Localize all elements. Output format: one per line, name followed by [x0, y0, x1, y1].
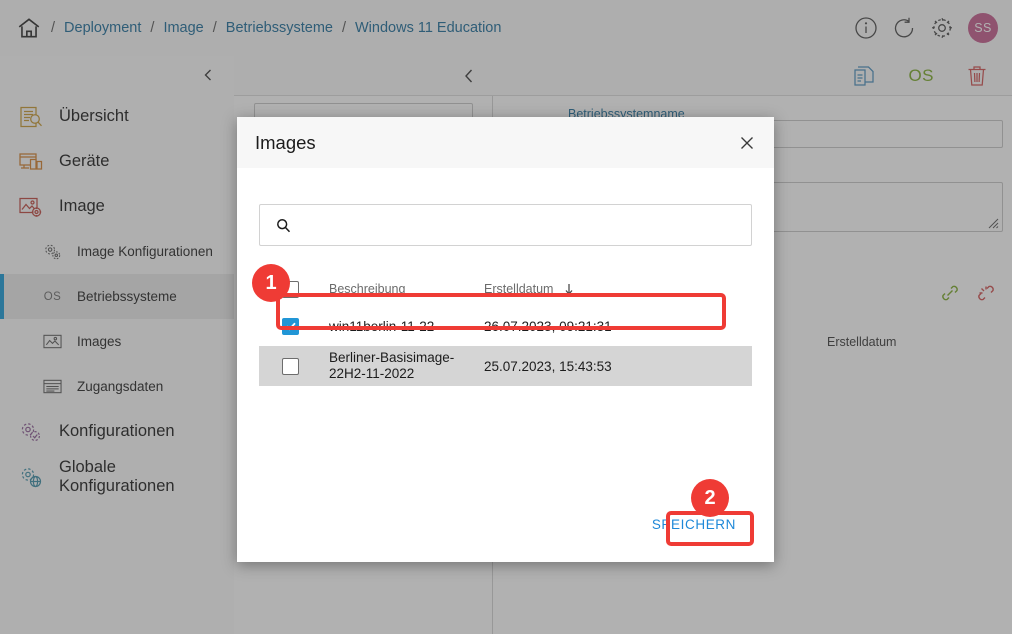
column-header-beschreibung[interactable]: Beschreibung	[329, 282, 484, 296]
images-modal: Images Beschreibung Erstelldatum win11be…	[237, 117, 774, 562]
table-row[interactable]: win11berlin-11-22 26.07.2023, 09:21:31	[259, 306, 752, 346]
images-table: Beschreibung Erstelldatum win11berlin-11…	[259, 272, 752, 386]
search-field[interactable]	[259, 204, 752, 246]
table-header-row: Beschreibung Erstelldatum	[259, 272, 752, 306]
row-checkbox-cell[interactable]	[259, 357, 329, 375]
close-icon[interactable]	[738, 134, 756, 152]
cell-beschreibung: Berliner-Basisimage-22H2-11-2022	[329, 350, 455, 381]
table-row[interactable]: Berliner-Basisimage-22H2-11-2022 25.07.2…	[259, 346, 752, 386]
header-checkbox-cell[interactable]	[259, 280, 329, 298]
row-checkbox[interactable]	[282, 317, 299, 335]
save-button[interactable]: SPEICHERN	[638, 507, 750, 542]
search-input[interactable]	[304, 216, 735, 234]
modal-title: Images	[255, 131, 316, 153]
cell-beschreibung: win11berlin-11-22	[329, 318, 435, 334]
column-header-erstelldatum-label: Erstelldatum	[484, 282, 554, 296]
search-icon	[276, 218, 291, 233]
row-checkbox-cell[interactable]	[259, 317, 329, 335]
modal-body: Beschreibung Erstelldatum win11berlin-11…	[237, 204, 774, 386]
select-all-checkbox[interactable]	[282, 280, 299, 298]
cell-erstelldatum: 26.07.2023, 09:21:31	[484, 318, 612, 334]
row-checkbox[interactable]	[282, 357, 299, 375]
cell-erstelldatum: 25.07.2023, 15:43:53	[484, 358, 612, 374]
modal-header: Images	[237, 117, 774, 168]
column-header-erstelldatum[interactable]: Erstelldatum	[484, 282, 752, 296]
modal-footer: SPEICHERN	[237, 486, 774, 562]
arrow-down-icon	[565, 284, 573, 295]
